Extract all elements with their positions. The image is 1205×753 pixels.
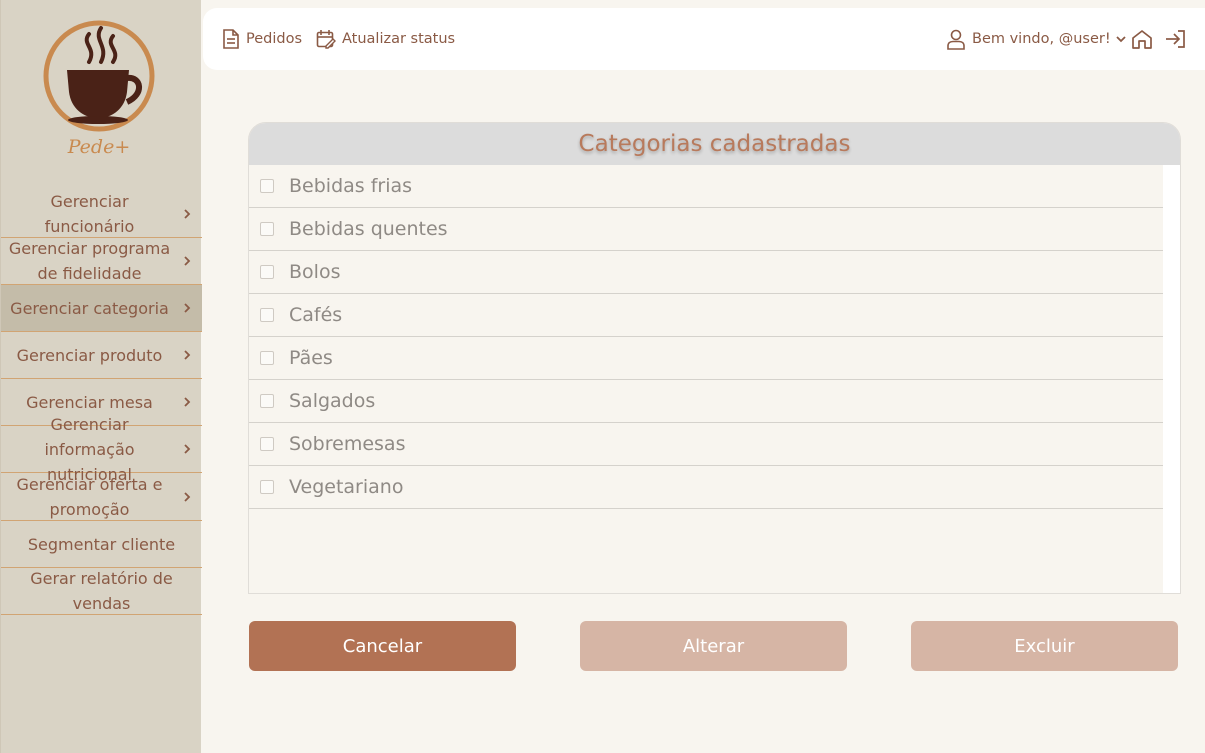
panel-title: Categorias cadastradas — [249, 123, 1180, 165]
delete-button[interactable]: Excluir — [911, 621, 1178, 671]
category-row[interactable]: Cafés — [249, 294, 1164, 337]
category-checkbox[interactable] — [260, 222, 274, 236]
sidebar-item-label: Gerenciar funcionário — [44, 192, 135, 236]
user-menu[interactable]: Bem vindo, @user! — [946, 8, 1127, 70]
sidebar-item-label: Gerenciar produto — [16, 345, 163, 365]
home-icon — [1132, 30, 1152, 49]
sidebar-item-label: Segmentar cliente — [27, 534, 176, 554]
category-label: Sobremesas — [289, 433, 406, 455]
user-icon — [947, 29, 965, 50]
chevron-right-icon — [184, 256, 191, 266]
chevron-down-icon — [1116, 36, 1126, 43]
document-icon — [223, 29, 239, 49]
logout-button[interactable] — [1165, 8, 1193, 70]
logo: Pede+ — [41, 18, 157, 164]
category-checkbox[interactable] — [260, 308, 274, 322]
category-checkbox[interactable] — [260, 394, 274, 408]
category-list: Bebidas frias Bebidas quentes Bolos Cafés Pã… — [249, 165, 1164, 509]
sidebar-item-0[interactable]: Gerenciar funcionário — [1, 191, 202, 238]
sidebar-item-6[interactable]: Gerenciar oferta e promoção — [1, 473, 202, 521]
home-button[interactable] — [1131, 8, 1159, 70]
chevron-right-icon — [184, 491, 191, 502]
calendar-edit-icon — [316, 30, 336, 49]
chevron-right-icon — [184, 397, 191, 407]
sidebar-item-7[interactable]: Segmentar cliente — [1, 521, 202, 568]
category-label: Bolos — [289, 261, 341, 283]
welcome-label: Bem vindo, @user! — [972, 31, 1111, 47]
sidebar-item-5[interactable]: Gerenciar informação nutricional — [1, 415, 202, 484]
sidebar-item-label: Gerenciar programa de fidelidade — [8, 239, 171, 283]
category-checkbox[interactable] — [260, 179, 274, 193]
sidebar-item-2[interactable]: Gerenciar categoria — [1, 285, 202, 332]
orders-link[interactable]: Pedidos — [222, 8, 302, 70]
category-row[interactable]: Bebidas quentes — [249, 208, 1164, 251]
category-label: Bebidas frias — [289, 175, 413, 197]
alter-button[interactable]: Alterar — [580, 621, 847, 671]
topbar: Pedidos Atualizar status Bem vindo, @use… — [203, 8, 1205, 70]
sidebar-item-label: Gerar relatório de vendas — [30, 569, 173, 613]
category-row[interactable]: Salgados — [249, 380, 1164, 423]
chevron-right-icon — [184, 350, 191, 360]
category-checkbox[interactable] — [260, 437, 274, 451]
sidebar-item-3[interactable]: Gerenciar produto — [1, 332, 202, 379]
scrollbar[interactable] — [1163, 165, 1180, 593]
chevron-right-icon — [184, 444, 191, 454]
category-row[interactable]: Bolos — [249, 251, 1164, 294]
update-status-label: Atualizar status — [342, 31, 456, 47]
chevron-right-icon — [184, 209, 191, 219]
categories-panel: Categorias cadastradas Bebidas frias Bebi… — [248, 122, 1181, 594]
category-label: Pães — [289, 347, 333, 369]
category-label: Bebidas quentes — [289, 218, 448, 240]
sidebar-menu: Gerenciar funcionário Gerenciar programa … — [1, 191, 202, 615]
category-checkbox[interactable] — [260, 480, 274, 494]
logo-text: Pede+ — [67, 136, 131, 158]
sidebar-item-label: Gerenciar categoria — [10, 298, 169, 318]
sidebar: Pede+ Gerenciar funcionário Gerenciar pro… — [0, 0, 202, 753]
sidebar-item-label: Gerenciar oferta e promoção — [16, 474, 163, 519]
update-status-link[interactable]: Atualizar status — [316, 8, 455, 70]
orders-label: Pedidos — [246, 31, 303, 47]
sidebar-item-8[interactable]: Gerar relatório de vendas — [1, 568, 202, 615]
category-checkbox[interactable] — [260, 265, 274, 279]
category-checkbox[interactable] — [260, 351, 274, 365]
category-label: Salgados — [289, 390, 376, 412]
category-row[interactable]: Pães — [249, 337, 1164, 380]
category-row[interactable]: Bebidas frias — [249, 165, 1164, 208]
category-label: Vegetariano — [289, 476, 404, 498]
sidebar-item-1[interactable]: Gerenciar programa de fidelidade — [1, 238, 202, 285]
category-row[interactable]: Sobremesas — [249, 423, 1164, 466]
category-label: Cafés — [289, 304, 343, 326]
cancel-button[interactable]: Cancelar — [249, 621, 516, 671]
logout-icon — [1166, 30, 1185, 48]
category-row[interactable]: Vegetariano — [249, 466, 1164, 509]
chevron-right-icon — [184, 303, 191, 313]
